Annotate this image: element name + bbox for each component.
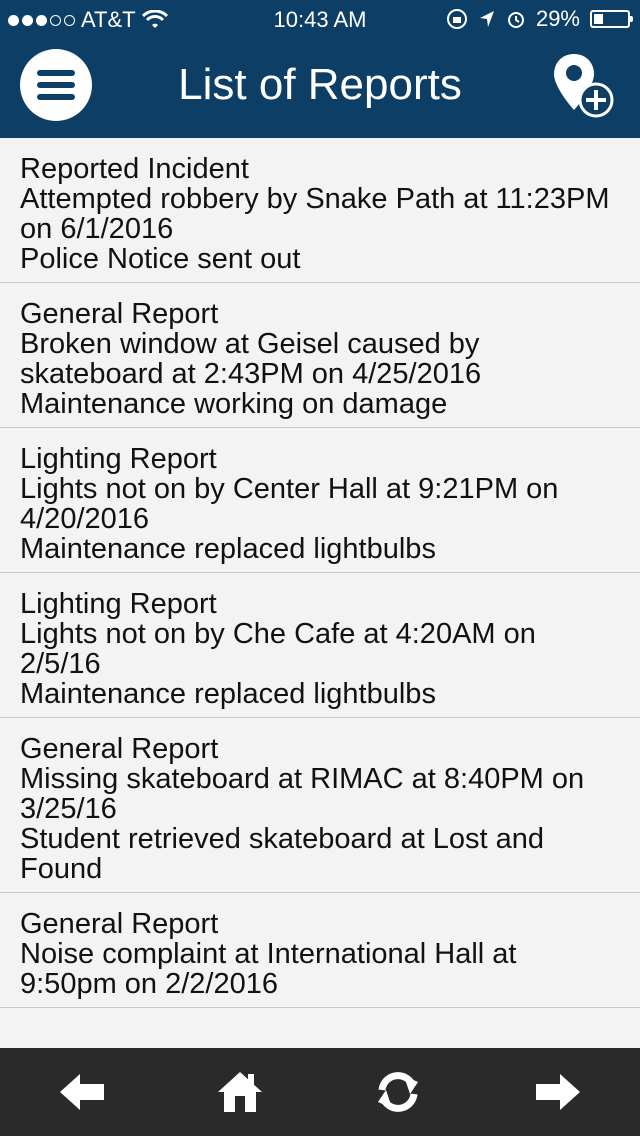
back-button[interactable] bbox=[58, 1070, 106, 1114]
refresh-button[interactable] bbox=[374, 1070, 422, 1114]
report-item[interactable]: Reported Incident Attempted robbery by S… bbox=[0, 138, 640, 283]
report-description: Attempted robbery by Snake Path at 11:23… bbox=[20, 183, 610, 245]
status-right: 29% bbox=[446, 6, 633, 32]
report-description: Lights not on by Che Cafe at 4:20AM on 2… bbox=[20, 618, 536, 680]
report-status: Maintenance replaced lightbulbs bbox=[20, 678, 436, 710]
forward-button[interactable] bbox=[534, 1070, 582, 1114]
report-item[interactable]: General Report Broken window at Geisel c… bbox=[0, 283, 640, 428]
report-status: Police Notice sent out bbox=[20, 243, 301, 275]
report-description: Broken window at Geisel caused by skateb… bbox=[20, 328, 482, 390]
report-item[interactable]: Lighting Report Lights not on by Che Caf… bbox=[0, 573, 640, 718]
location-arrow-icon bbox=[479, 11, 494, 27]
refresh-icon bbox=[378, 1072, 418, 1112]
page-title: List of Reports bbox=[178, 60, 462, 109]
add-location-button[interactable] bbox=[550, 50, 620, 120]
report-status: Maintenance replaced lightbulbs bbox=[20, 533, 436, 565]
report-description: Lights not on by Center Hall at 9:21PM o… bbox=[20, 473, 559, 535]
home-button[interactable] bbox=[216, 1070, 264, 1114]
report-type: Lighting Report bbox=[20, 588, 217, 620]
rotation-lock-icon bbox=[446, 9, 467, 29]
report-item[interactable]: Lighting Report Lights not on by Center … bbox=[0, 428, 640, 573]
battery-icon bbox=[590, 10, 633, 28]
report-item[interactable]: General Report Noise complaint at Intern… bbox=[0, 893, 640, 1008]
tab-bar bbox=[0, 1048, 640, 1136]
report-type: General Report bbox=[20, 733, 219, 765]
report-status: Student retrieved skateboard at Lost and… bbox=[20, 823, 544, 885]
report-description: Noise complaint at International Hall at… bbox=[20, 938, 517, 1000]
home-icon bbox=[218, 1072, 262, 1112]
add-location-pin-icon bbox=[554, 54, 614, 118]
forward-arrow-icon bbox=[536, 1074, 580, 1110]
nav-bar: List of Reports bbox=[0, 40, 640, 138]
battery-percent: 29% bbox=[535, 6, 580, 31]
report-item[interactable]: General Report Missing skateboard at RIM… bbox=[0, 718, 640, 893]
report-type: General Report bbox=[20, 908, 219, 940]
report-description: Missing skateboard at RIMAC at 8:40PM on… bbox=[20, 763, 585, 825]
report-list: Reported Incident Attempted robbery by S… bbox=[0, 138, 640, 1048]
battery-fill bbox=[594, 14, 603, 24]
alarm-icon bbox=[507, 12, 524, 28]
report-type: General Report bbox=[20, 298, 219, 330]
report-type: Lighting Report bbox=[20, 443, 217, 475]
report-type: Reported Incident bbox=[20, 153, 249, 185]
back-arrow-icon bbox=[60, 1074, 104, 1110]
report-status: Maintenance working on damage bbox=[20, 388, 448, 420]
status-bar: AT&T 10:43 AM 29% bbox=[0, 0, 640, 40]
